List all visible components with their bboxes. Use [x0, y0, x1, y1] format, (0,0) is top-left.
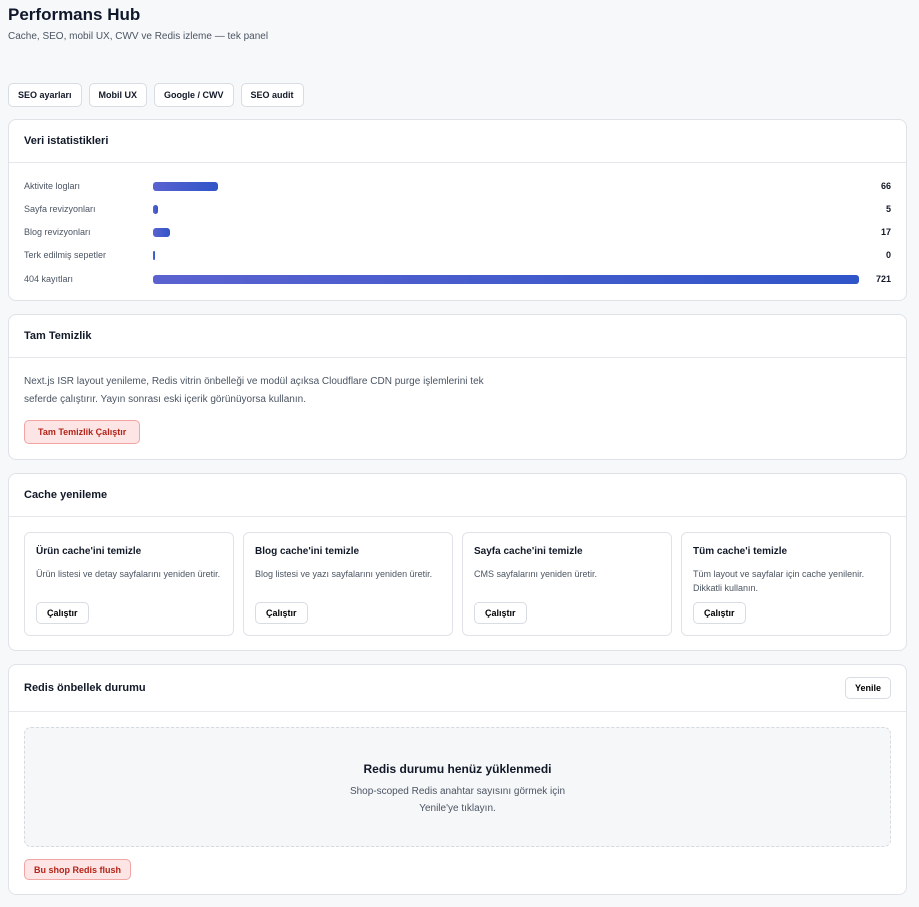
stat-value: 5: [885, 204, 891, 214]
all-cache-title: Tüm cache'i temizle: [693, 546, 788, 557]
stat-bar-track: [153, 181, 859, 191]
cache-refresh-title: Cache yenileme: [24, 489, 108, 501]
page-title: Performans Hub: [8, 5, 141, 24]
stat-row-page-revisions: Sayfa revizyonları 5: [24, 202, 891, 216]
all-cache-item: Tüm cache'i temizle Tüm layout ve sayfal…: [681, 532, 891, 636]
product-cache-title: Ürün cache'ini temizle: [36, 546, 142, 557]
stat-value: 0: [885, 250, 891, 260]
full-clean-title: Tam Temizlik: [24, 330, 92, 342]
stat-bar-fill: [153, 274, 859, 284]
run-full-clean-button[interactable]: Tam Temizlik Çalıştır: [24, 420, 141, 444]
mobile-ux-button[interactable]: Mobil UX: [88, 83, 148, 107]
stat-row-activity-logs: Aktivite logları 66: [24, 179, 891, 193]
stat-bar-fill: [153, 204, 158, 214]
full-clean-card: Tam Temizlik Next.js ISR layout yenileme…: [8, 314, 907, 460]
blog-cache-description: Blog listesi ve yazı sayfalarını yeniden…: [255, 569, 433, 579]
stat-value: 721: [875, 274, 891, 284]
stat-label: Aktivite logları: [24, 181, 81, 191]
stat-bar-track: [153, 274, 859, 284]
product-cache-item: Ürün cache'ini temizle Ürün listesi ve d…: [24, 532, 234, 636]
cache-action-grid: Ürün cache'ini temizle Ürün listesi ve d…: [24, 532, 891, 636]
seo-audit-button[interactable]: SEO audit: [240, 83, 304, 107]
redis-empty-text: Shop-scoped Redis anahtar sayısını görme…: [349, 786, 566, 814]
settings-tabs: SEO ayarları Mobil UX Google / CWV SEO a…: [8, 83, 304, 107]
stat-value: 66: [880, 181, 891, 191]
blog-cache-title: Blog cache'ini temizle: [255, 546, 360, 557]
stat-label: Terk edilmiş sepetler: [24, 250, 107, 260]
stat-row-404-records: 404 kayıtları 721: [24, 272, 891, 286]
redis-empty-state: Redis durumu henüz yüklenmedi Shop-scope…: [24, 727, 891, 847]
stat-label: Sayfa revizyonları: [24, 204, 96, 214]
stat-value: 17: [880, 227, 891, 237]
stat-row-blog-revisions: Blog revizyonları 17: [24, 225, 891, 239]
seo-settings-button[interactable]: SEO ayarları: [8, 83, 82, 107]
redis-cache-status-card: Redis önbellek durumu Yenile Redis durum…: [8, 664, 907, 895]
data-statistics-title: Veri istatistikleri: [24, 135, 109, 147]
stat-bar-fill: [153, 181, 218, 191]
run-product-cache-button[interactable]: Çalıştır: [36, 602, 89, 624]
page-cache-item: Sayfa cache'ini temizle CMS sayfalarını …: [462, 532, 672, 636]
all-cache-description: Tüm layout ve sayfalar için cache yenile…: [693, 569, 865, 593]
stat-bar-track: [153, 227, 859, 237]
cache-refresh-card: Cache yenileme Ürün cache'ini temizle Ür…: [8, 473, 907, 651]
google-cwv-button[interactable]: Google / CWV: [154, 83, 234, 107]
stat-label: Blog revizyonları: [24, 227, 91, 237]
blog-cache-item: Blog cache'ini temizle Blog listesi ve y…: [243, 532, 453, 636]
product-cache-description: Ürün listesi ve detay sayfalarını yenide…: [36, 569, 221, 579]
page-subtitle: Cache, SEO, mobil UX, CWV ve Redis izlem…: [8, 31, 269, 42]
data-statistics-card: Veri istatistikleri Aktivite logları 66 …: [8, 119, 907, 301]
run-all-cache-button[interactable]: Çalıştır: [693, 602, 746, 624]
stat-bar-track: [153, 204, 859, 214]
cache-refresh-header: Cache yenileme: [9, 474, 906, 517]
stat-row-abandoned-carts: Terk edilmiş sepetler 0: [24, 248, 891, 262]
redis-flush-button[interactable]: Bu shop Redis flush: [24, 859, 132, 880]
run-page-cache-button[interactable]: Çalıştır: [474, 602, 527, 624]
run-blog-cache-button[interactable]: Çalıştır: [255, 602, 308, 624]
stat-bar-track: [153, 250, 859, 260]
full-clean-description: Next.js ISR layout yenileme, Redis vitri…: [24, 376, 484, 405]
stat-label: 404 kayıtları: [24, 274, 74, 284]
redis-empty-title: Redis durumu henüz yüklenmedi: [363, 762, 552, 776]
refresh-button[interactable]: Yenile: [844, 677, 891, 699]
stat-bar-fill: [153, 250, 155, 260]
page-cache-title: Sayfa cache'ini temizle: [474, 546, 583, 557]
redis-cache-title: Redis önbellek durumu: [24, 682, 146, 694]
page-cache-description: CMS sayfalarını yeniden üretir.: [474, 569, 598, 579]
full-clean-header: Tam Temizlik: [9, 315, 906, 358]
data-statistics-header: Veri istatistikleri: [9, 120, 906, 163]
stat-bar-fill: [153, 227, 170, 237]
redis-cache-header: Redis önbellek durumu Yenile: [9, 665, 906, 712]
